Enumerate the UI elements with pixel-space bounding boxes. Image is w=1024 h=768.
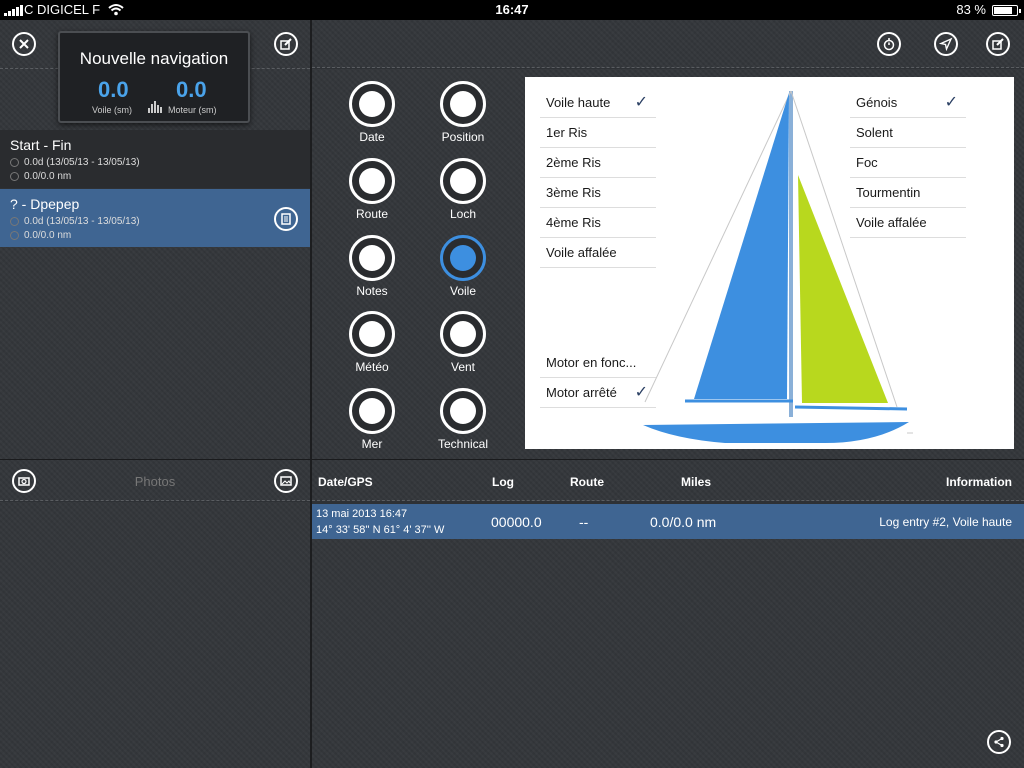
mainsail-option[interactable]: 4ème Ris <box>540 208 656 238</box>
checkmark-icon: ✓ <box>634 384 648 401</box>
stopwatch-icon[interactable] <box>877 32 901 56</box>
clock-icon <box>10 158 19 167</box>
checkmark-icon: ✓ <box>634 94 648 111</box>
mainsail-option[interactable]: 3ème Ris <box>540 178 656 208</box>
photos-area <box>0 502 310 768</box>
trip-duration: 0.0d (13/05/13 - 13/05/13) <box>24 157 140 168</box>
headsail-option[interactable]: Foc <box>850 148 966 178</box>
edit-icon[interactable] <box>274 32 298 56</box>
mainsail-option[interactable]: Voile affalée <box>540 238 656 268</box>
status-bar: C DIGICEL F 16:47 83 % <box>0 0 1024 20</box>
photo-library-icon[interactable] <box>274 469 298 493</box>
location-arrow-icon[interactable] <box>934 32 958 56</box>
category-technical[interactable]: Technical <box>423 388 503 451</box>
category-loch[interactable]: Loch <box>423 158 503 221</box>
headsail-option[interactable]: Voile affalée <box>850 208 966 238</box>
battery-label: 83 % <box>956 2 986 17</box>
row-info: Log entry #2, Voile haute <box>879 515 1012 529</box>
trip-item-selected[interactable]: ? - Dpepep 0.0d (13/05/13 - 13/05/13) 0.… <box>0 189 310 247</box>
distance-icon <box>10 231 19 240</box>
new-navigation-widget[interactable]: Nouvelle navigation 0.0 0.0 Voile (sm) M… <box>58 31 250 123</box>
row-route: -- <box>579 514 589 530</box>
col-information[interactable]: Information <box>946 475 1012 489</box>
mainsail-option[interactable]: 1er Ris <box>540 118 656 148</box>
trip-title: ? - Dpepep <box>10 196 80 212</box>
log-table-empty-area <box>312 539 1024 768</box>
sail-distance-value: 0.0 <box>98 77 129 102</box>
log-table-header: Date/GPS Log Route Miles Information <box>312 459 1024 501</box>
mainsail-option[interactable]: 2ème Ris <box>540 148 656 178</box>
trip-item[interactable]: Start - Fin 0.0d (13/05/13 - 13/05/13) 0… <box>0 130 310 188</box>
table-row[interactable]: 13 mai 2013 16:47 14° 33' 58'' N 61° 4' … <box>312 504 1024 539</box>
row-date: 13 mai 2013 16:47 <box>316 508 408 520</box>
trip-title: Start - Fin <box>10 137 72 153</box>
close-icon[interactable] <box>12 32 36 56</box>
compose-icon[interactable] <box>986 32 1010 56</box>
category-position[interactable]: Position <box>423 81 503 144</box>
row-miles: 0.0/0.0 nm <box>650 514 717 530</box>
share-icon[interactable] <box>987 730 1011 754</box>
motor-option[interactable]: Motor arrêté ✓ <box>540 378 656 408</box>
photos-toolbar: Photos <box>0 459 310 501</box>
category-date[interactable]: Date <box>332 81 412 144</box>
col-route[interactable]: Route <box>570 475 604 489</box>
distance-icon <box>10 172 19 181</box>
headsail-option[interactable]: Tourmentin <box>850 178 966 208</box>
trip-distance: 0.0/0.0 nm <box>24 171 72 182</box>
category-vent[interactable]: Vent <box>423 311 503 374</box>
trip-distance: 0.0/0.0 nm <box>24 230 72 241</box>
status-time: 16:47 <box>495 2 529 17</box>
nav-title: Nouvelle navigation <box>79 49 229 68</box>
motor-distance-label: Moteur (sm) <box>168 105 217 115</box>
photos-label: Photos <box>134 474 176 489</box>
stats-bars-icon <box>148 101 162 113</box>
category-meteo[interactable]: Météo <box>332 311 412 374</box>
category-voile[interactable]: Voile <box>423 235 503 298</box>
category-mer[interactable]: Mer <box>332 388 412 451</box>
motor-distance-value: 0.0 <box>176 77 207 102</box>
trip-list-empty-area <box>0 247 310 459</box>
row-log: 00000.0 <box>491 514 542 530</box>
category-route[interactable]: Route <box>332 158 412 221</box>
col-log[interactable]: Log <box>492 475 514 489</box>
headsail-option[interactable]: Génois ✓ <box>850 88 966 118</box>
document-icon[interactable] <box>274 207 298 231</box>
right-toolbar <box>312 20 1024 68</box>
sail-distance-label: Voile (sm) <box>92 105 133 115</box>
row-gps: 14° 33' 58'' N 61° 4' 37'' W <box>316 524 445 536</box>
col-date-gps[interactable]: Date/GPS <box>318 475 373 489</box>
battery-icon <box>992 5 1021 16</box>
motor-option[interactable]: Motor en fonc... <box>540 348 656 378</box>
mainsail-option[interactable]: Voile haute ✓ <box>540 88 656 118</box>
headsail-option[interactable]: Solent <box>850 118 966 148</box>
category-notes[interactable]: Notes <box>332 235 412 298</box>
clock-icon <box>10 217 19 226</box>
trip-duration: 0.0d (13/05/13 - 13/05/13) <box>24 216 140 227</box>
checkmark-icon: ✓ <box>944 94 958 111</box>
sail-config-panel: Voile haute ✓ 1er Ris 2ème Ris 3ème Ris 4… <box>525 77 1014 449</box>
col-miles[interactable]: Miles <box>681 475 711 489</box>
